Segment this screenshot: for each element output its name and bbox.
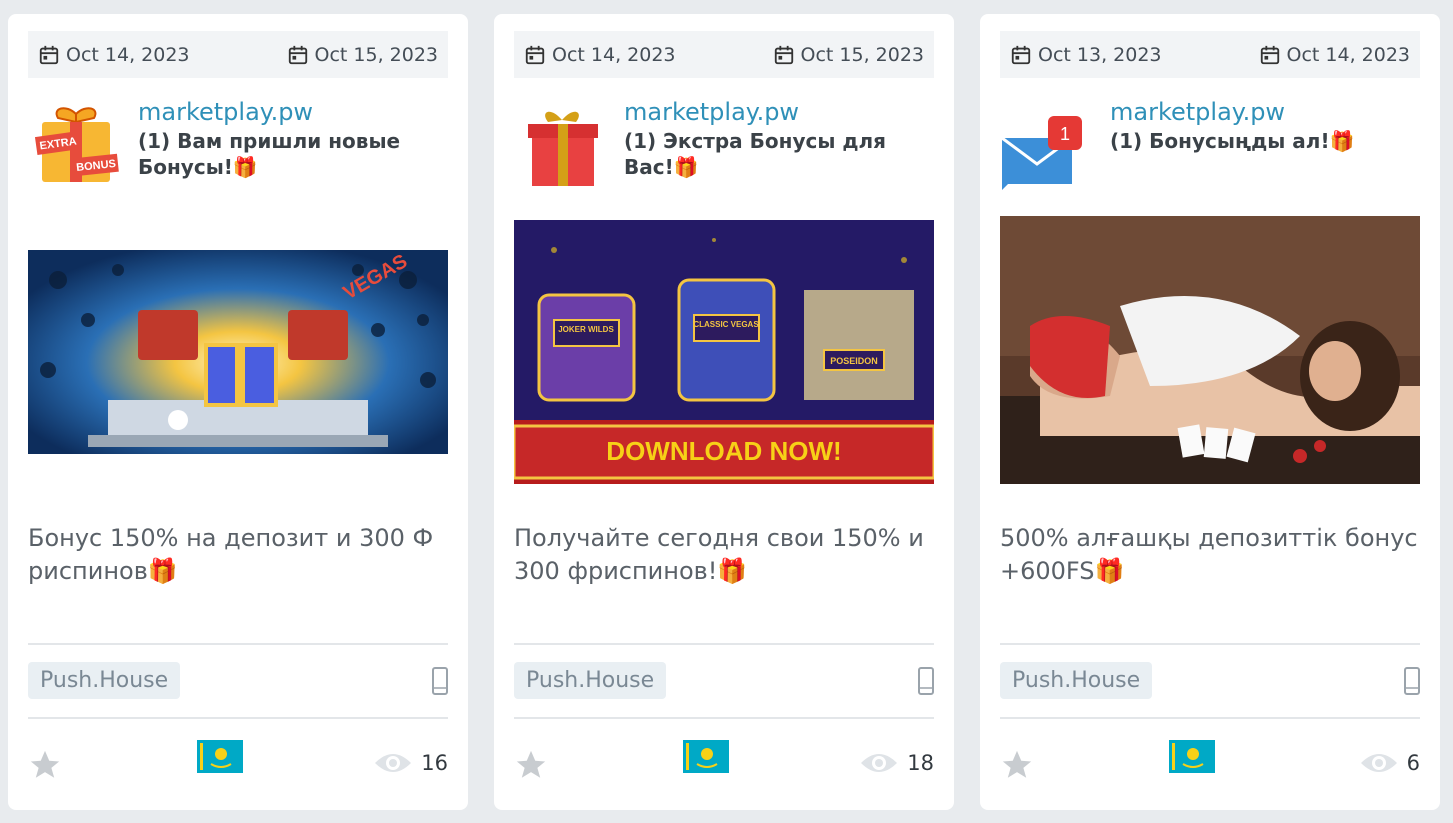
eye-icon bbox=[375, 754, 412, 772]
divider bbox=[28, 717, 448, 719]
source-tag[interactable]: Push.House bbox=[28, 662, 181, 699]
mail-envelope-notification-icon: 1 bbox=[1001, 116, 1082, 190]
eye-icon bbox=[1360, 754, 1397, 772]
end-date: Oct 15, 2023 bbox=[773, 43, 925, 66]
views-count: 16 bbox=[421, 751, 448, 775]
ad-title: (1) Бонусыңды ал!🎁 bbox=[1110, 129, 1355, 153]
end-date-text: Oct 14, 2023 bbox=[1286, 43, 1411, 66]
views-counter: 6 bbox=[1359, 749, 1420, 777]
calendar-icon bbox=[288, 45, 307, 64]
star-icon[interactable] bbox=[28, 748, 62, 782]
start-date-text: Oct 14, 2023 bbox=[66, 43, 190, 66]
ad-domain-link[interactable]: marketplay.pw bbox=[1110, 98, 1285, 126]
ad-title: (1) Экстра Бонусы для Вас!🎁 bbox=[624, 129, 887, 179]
red-gift-box-icon bbox=[528, 111, 598, 186]
divider bbox=[514, 717, 934, 719]
extra-bonus-gift-icon: EXTRA BONUS bbox=[34, 107, 119, 182]
end-date: Oct 15, 2023 bbox=[287, 43, 439, 66]
source-tag[interactable]: Push.House bbox=[514, 662, 667, 699]
calendar-icon bbox=[774, 45, 793, 64]
woman-poker-table-banner bbox=[1000, 216, 1420, 484]
date-range: Oct 13, 2023 Oct 14, 2023 bbox=[1000, 31, 1420, 78]
calendar-icon bbox=[1260, 45, 1279, 64]
source-tag[interactable]: Push.House bbox=[1000, 662, 1153, 699]
end-date: Oct 14, 2023 bbox=[1259, 43, 1411, 66]
start-date-text: Oct 14, 2023 bbox=[552, 43, 676, 66]
start-date-text: Oct 13, 2023 bbox=[1038, 43, 1162, 66]
eye-icon bbox=[861, 754, 898, 772]
ad-domain-link[interactable]: marketplay.pw bbox=[624, 98, 799, 126]
ad-card[interactable]: Oct 14, 2023 Oct 15, 2023 marketplay.pw … bbox=[494, 14, 954, 810]
ad-description: Бонус 150% на депозит и 300 Фриспинов🎁 bbox=[28, 524, 434, 585]
kazakhstan-flag-icon bbox=[683, 740, 729, 773]
slot-machines-download-banner: JOKER WILDS CLASSIC VEGAS POSEIDON DOWNL… bbox=[514, 220, 934, 484]
svg-text:JOKER WILDS: JOKER WILDS bbox=[558, 325, 614, 334]
views-counter: 16 bbox=[373, 749, 448, 777]
end-date-text: Oct 15, 2023 bbox=[314, 43, 439, 66]
star-icon[interactable] bbox=[1000, 748, 1034, 782]
svg-text:CLASSIC VEGAS: CLASSIC VEGAS bbox=[693, 320, 759, 329]
views-count: 6 bbox=[1406, 751, 1420, 775]
calendar-icon bbox=[39, 45, 59, 64]
kazakhstan-flag-icon bbox=[197, 740, 243, 773]
end-date-text: Oct 15, 2023 bbox=[800, 43, 925, 66]
svg-text:DOWNLOAD NOW!: DOWNLOAD NOW! bbox=[606, 436, 841, 466]
views-counter: 18 bbox=[859, 749, 934, 777]
ad-description: Получайте сегодня свои 150% и 300 фриспи… bbox=[514, 524, 924, 585]
calendar-icon bbox=[1011, 45, 1031, 64]
calendar-icon bbox=[525, 45, 545, 64]
mobile-phone-icon bbox=[432, 667, 448, 695]
divider bbox=[1000, 643, 1420, 645]
svg-text:POSEIDON: POSEIDON bbox=[830, 356, 878, 366]
start-date: Oct 14, 2023 bbox=[524, 44, 676, 66]
date-range: Oct 14, 2023 Oct 15, 2023 bbox=[514, 31, 934, 78]
date-range: Oct 14, 2023 Oct 15, 2023 bbox=[28, 31, 448, 78]
cards-grid: Oct 14, 2023 Oct 15, 2023 EXTRA BONUS ma… bbox=[0, 0, 1453, 823]
start-date: Oct 13, 2023 bbox=[1010, 44, 1162, 66]
views-count: 18 bbox=[907, 751, 934, 775]
casino-laptop-gift-banner: VEGAS bbox=[28, 250, 448, 454]
ad-description: 500% алғашқы депозиттік бонус+600FS🎁 bbox=[1000, 524, 1418, 585]
divider bbox=[28, 643, 448, 645]
divider bbox=[1000, 717, 1420, 719]
svg-text:1: 1 bbox=[1060, 124, 1070, 144]
ad-card[interactable]: Oct 13, 2023 Oct 14, 2023 1 marketplay.p… bbox=[980, 14, 1440, 810]
start-date: Oct 14, 2023 bbox=[38, 44, 190, 66]
ad-domain-link[interactable]: marketplay.pw bbox=[138, 98, 313, 126]
star-icon[interactable] bbox=[514, 748, 548, 782]
ad-card[interactable]: Oct 14, 2023 Oct 15, 2023 EXTRA BONUS ma… bbox=[8, 14, 468, 810]
ad-title: (1) Вам пришли новые Бонусы!🎁 bbox=[138, 129, 401, 179]
kazakhstan-flag-icon bbox=[1169, 740, 1215, 773]
divider bbox=[514, 643, 934, 645]
mobile-phone-icon bbox=[1404, 667, 1420, 695]
mobile-phone-icon bbox=[918, 667, 934, 695]
